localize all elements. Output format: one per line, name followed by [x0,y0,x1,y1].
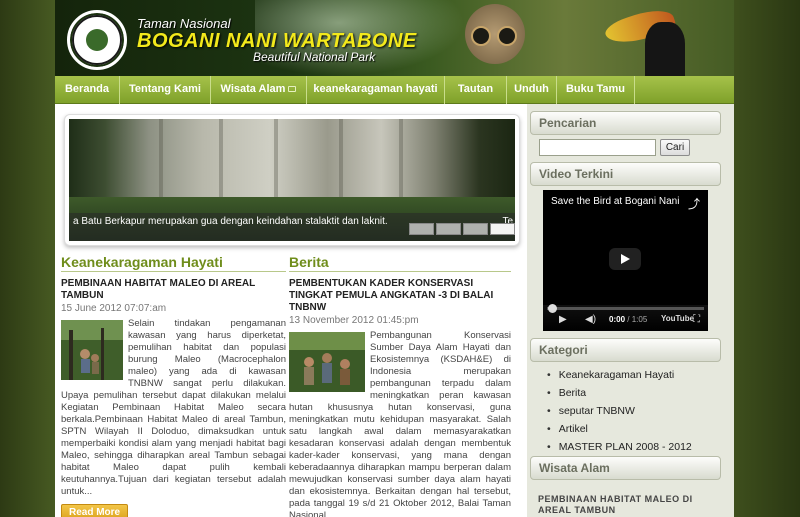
tarsier-image [455,0,545,76]
post-title[interactable]: PEMBENTUKAN KADER KONSERVASI TINGKAT PEM… [289,278,511,314]
category-list: Keanekaragaman Hayati Berita seputar TNB… [547,366,692,456]
video-time-total: / 1:05 [627,315,648,324]
slider-pager-3[interactable] [463,223,488,235]
site-tagline: Beautiful National Park [253,50,376,64]
fullscreen-icon[interactable]: ⛶ [693,314,700,325]
logo-seal [72,15,122,65]
search-input[interactable] [539,139,656,156]
category-link[interactable]: MASTER PLAN 2008 - 2012 [547,438,692,456]
video-time: 0:00 / 1:05 [609,315,647,324]
category-link[interactable]: seputar TNBNW [547,402,692,420]
hornbill-head [645,22,685,76]
biodiversity-column: Keanekaragaman Hayati PEMBINAAN HABITAT … [61,254,286,517]
nav-item-buku-tamu[interactable]: Buku Tamu [557,76,635,104]
nav-label: Tentang Kami [129,83,201,95]
post-title[interactable]: PEMBINAAN HABITAT MALEO DI AREAL TAMBUN [61,278,286,302]
site-pretitle: Taman Nasional [137,16,231,31]
tarsier-eye [497,26,517,46]
site-logo[interactable] [67,10,127,70]
nav-item-tautan[interactable]: Tautan [445,76,507,104]
widget-title-search: Pencarian [530,111,721,135]
post-excerpt: Pembangunan Konservasi Sumber Daya Alam … [289,330,511,517]
play-icon[interactable]: ▶ [559,314,567,325]
post-date: 15 June 2012 07:07:am [61,303,167,314]
wisata-post-link[interactable]: PEMBINAAN HABITAT MALEO DI AREAL TAMBUN [538,494,716,516]
play-button[interactable] [609,248,641,270]
main-content: a Batu Berkapur merupakan gua dengan kei… [55,104,527,517]
nav-item-beranda[interactable]: Beranda [55,76,120,104]
slide-image-cave[interactable]: a Batu Berkapur merupakan gua dengan kei… [69,119,515,241]
news-column: Berita PEMBENTUKAN KADER KONSERVASI TING… [289,254,511,517]
hornbill-image [585,0,695,76]
main-navigation: Beranda Tentang Kami Wisata Alam keaneka… [55,76,734,104]
category-link[interactable]: Keanekaragaman Hayati [547,366,692,384]
maleo-bird-icon [86,29,108,51]
nav-label: Buku Tamu [565,83,626,95]
video-progress-bar[interactable] [547,304,704,313]
youtube-logo[interactable]: YouTube [661,314,694,323]
nav-label: Wisata Alam [220,83,286,95]
nav-label: Unduh [514,83,549,95]
nav-item-wisata-alam[interactable]: Wisata Alam [211,76,307,104]
nav-item-unduh[interactable]: Unduh [507,76,557,104]
nav-label: Tautan [457,83,494,95]
category-link[interactable]: Artikel [547,420,692,438]
slider-pager-4[interactable] [490,223,515,235]
post-excerpt: Selain tindakan pengamanan kawasan yang … [61,318,286,498]
post-date: 13 November 2012 01:45:pm [289,315,419,326]
page: Taman Nasional BOGANI NANI WARTABONE Bea… [0,0,800,517]
tarsier-head [465,4,525,64]
sidebar: Pencarian Cari Video Terkini Save the Bi… [527,104,734,517]
image-slider[interactable]: a Batu Berkapur merupakan gua dengan kei… [64,114,520,246]
share-icon[interactable]: ⤴ [688,195,700,212]
tarsier-eye [471,26,491,46]
widget-title-video: Video Terkini [530,162,721,186]
nav-item-keanekaragaman-hayati[interactable]: keanekaragaman hayati [307,76,445,104]
video-time-current: 0:00 [609,315,626,324]
section-title-biodiversity[interactable]: Keanekaragaman Hayati [61,254,286,272]
nav-label: keanekaragaman hayati [313,83,438,95]
post-thumbnail-group[interactable] [289,332,365,392]
section-title-news[interactable]: Berita [289,254,511,272]
video-player[interactable]: Save the Bird at Bogani Nani ⤴ ▶ ◀) 0:00… [543,190,708,331]
post-thumbnail-forest[interactable] [61,320,123,380]
volume-icon[interactable]: ◀) [585,314,596,325]
widget-title-categories: Kategori [530,338,721,362]
slide-caption-text: a Batu Berkapur merupakan gua dengan kei… [73,216,388,227]
category-link[interactable]: Berita [547,384,692,402]
nav-label: Beranda [64,83,110,95]
submenu-arrow-icon [288,86,297,93]
site-header: Taman Nasional BOGANI NANI WARTABONE Bea… [55,0,734,76]
read-more-button[interactable]: Read More [61,504,129,517]
nav-item-tentang-kami[interactable]: Tentang Kami [120,76,211,104]
video-scrubber-handle[interactable] [548,304,557,313]
video-controls: ▶ ◀) 0:00 / 1:05 YouTube ⛶ [543,304,708,331]
search-button[interactable]: Cari [660,139,690,156]
slider-pager-2[interactable] [436,223,461,235]
slider-pager-1[interactable] [409,223,434,235]
background-left [0,0,55,517]
background-right [734,0,800,517]
widget-title-wisata: Wisata Alam [530,456,721,480]
video-title[interactable]: Save the Bird at Bogani Nani [551,196,681,207]
